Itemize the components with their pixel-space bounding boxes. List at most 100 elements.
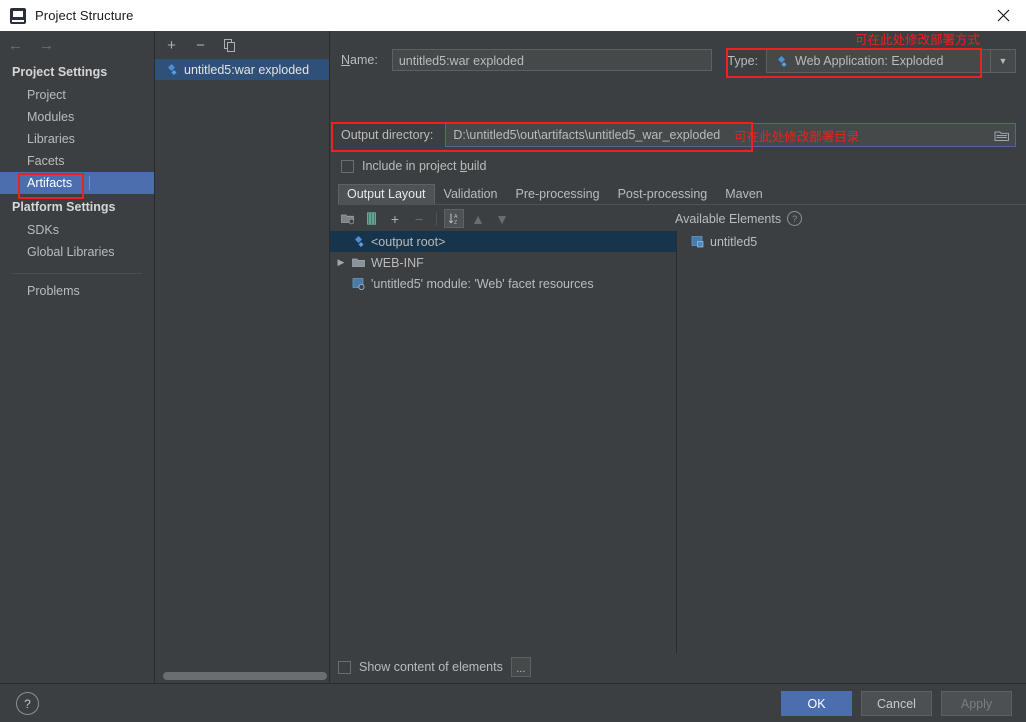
- type-label: Type:: [727, 54, 758, 68]
- sidebar-item-artifacts[interactable]: Artifacts: [0, 172, 154, 194]
- module-icon: [691, 236, 704, 248]
- tree-row-label: WEB-INF: [371, 255, 424, 270]
- add-directory-button[interactable]: [337, 209, 357, 228]
- settings-sidebar: ← → Project Settings Project Modules Lib…: [0, 31, 155, 683]
- show-content-checkbox[interactable]: [338, 660, 351, 674]
- output-layout-toolbar: + − A Z ▲ ▼ Available Elements ?: [330, 207, 1026, 230]
- sort-elements-button[interactable]: A Z: [444, 209, 464, 228]
- tree-row-label: 'untitled5' module: 'Web' facet resource…: [371, 276, 594, 291]
- type-row: Type: Web Application: Exploded ▼: [727, 49, 1016, 73]
- sidebar-item-label: Libraries: [27, 132, 75, 146]
- text-caret: [89, 176, 90, 190]
- sidebar-item-project[interactable]: Project: [0, 84, 154, 106]
- add-element-button[interactable]: +: [385, 209, 405, 228]
- help-button[interactable]: ?: [16, 692, 39, 715]
- remove-element-button[interactable]: −: [409, 209, 429, 228]
- sidebar-item-sdks[interactable]: SDKs: [0, 219, 154, 241]
- tree-row[interactable]: 'untitled5' module: 'Web' facet resource…: [330, 273, 676, 294]
- tree-row[interactable]: <output root>: [330, 231, 676, 252]
- tab-output-layout[interactable]: Output Layout: [338, 184, 435, 204]
- name-label: Name:: [341, 53, 378, 67]
- artifacts-list-hscrollbar[interactable]: [155, 669, 329, 683]
- svg-text:Z: Z: [454, 220, 457, 225]
- artifact-icon: [168, 64, 177, 75]
- apply-button[interactable]: Apply: [941, 691, 1012, 716]
- remove-artifact-button[interactable]: −: [192, 37, 209, 54]
- sidebar-item-global-libraries[interactable]: Global Libraries: [0, 241, 154, 263]
- cancel-button[interactable]: Cancel: [861, 691, 932, 716]
- ok-button[interactable]: OK: [781, 691, 852, 716]
- sidebar-item-problems[interactable]: Problems: [0, 280, 154, 302]
- add-artifact-button[interactable]: +: [163, 37, 180, 54]
- include-in-build-row[interactable]: Include in project build: [341, 159, 486, 173]
- sidebar-item-label: Modules: [27, 110, 75, 124]
- tree-row[interactable]: ▶ WEB-INF: [330, 252, 676, 273]
- sidebar-group-platform-settings: Platform Settings: [12, 200, 116, 214]
- artifacts-list-toolbar: + −: [155, 31, 329, 59]
- sidebar-item-label: Facets: [27, 154, 65, 168]
- folder-browse-icon[interactable]: [992, 127, 1012, 144]
- artifact-icon: [778, 55, 787, 67]
- arrow-right-icon[interactable]: →: [39, 38, 54, 53]
- dialog-footer: ? OK Cancel Apply: [0, 683, 1026, 722]
- output-directory-input[interactable]: D:\untitled5\out\artifacts\untitled5_war…: [445, 123, 1016, 147]
- window-title: Project Structure: [35, 8, 134, 23]
- type-value: Web Application: Exploded: [795, 54, 944, 68]
- include-in-build-checkbox[interactable]: [341, 159, 354, 173]
- list-item-label: untitled5:war exploded: [184, 62, 310, 77]
- sidebar-group-project-settings: Project Settings: [12, 65, 108, 79]
- toolbar-divider: [436, 211, 437, 226]
- move-down-button[interactable]: ▼: [492, 209, 512, 228]
- tab-pre-processing[interactable]: Pre-processing: [507, 184, 609, 204]
- tree-row-label: untitled5: [710, 234, 758, 249]
- available-elements-label: Available Elements: [675, 211, 782, 226]
- output-directory-value: D:\untitled5\out\artifacts\untitled5_war…: [453, 128, 721, 142]
- artifacts-list: untitled5:war exploded: [155, 59, 329, 683]
- list-item[interactable]: untitled5:war exploded: [155, 59, 329, 80]
- arrow-left-icon[interactable]: ←: [8, 38, 23, 53]
- show-content-label: Show content of elements: [359, 660, 503, 674]
- output-directory-row: Output directory: D:\untitled5\out\artif…: [341, 123, 1016, 147]
- facet-icon: [352, 278, 365, 290]
- add-archive-button[interactable]: [361, 209, 381, 228]
- chevron-right-icon[interactable]: ▶: [336, 257, 346, 268]
- name-row: Name: untitled5:war exploded: [341, 49, 712, 71]
- available-elements-tree: untitled5: [677, 231, 1026, 653]
- include-in-build-label: Include in project build: [362, 159, 487, 173]
- sidebar-nav: ← →: [0, 31, 154, 59]
- sidebar-item-label: Problems: [27, 284, 80, 298]
- output-directory-label: Output directory:: [341, 128, 434, 142]
- tab-maven[interactable]: Maven: [716, 184, 772, 204]
- sidebar-item-label: Global Libraries: [27, 245, 115, 259]
- sidebar-item-label: SDKs: [27, 223, 59, 237]
- chevron-down-icon[interactable]: ▼: [990, 50, 1015, 72]
- tree-row-label: <output root>: [371, 234, 446, 249]
- tab-post-processing[interactable]: Post-processing: [609, 184, 717, 204]
- close-icon[interactable]: [980, 0, 1026, 31]
- project-structure-dialog: Project Structure ← → Project Settings P…: [0, 0, 1026, 722]
- type-dropdown[interactable]: Web Application: Exploded ▼: [766, 49, 1016, 73]
- output-layout-tree: <output root> ▶ WEB-INF 'untitled5' modu…: [330, 231, 677, 653]
- sidebar-item-libraries[interactable]: Libraries: [0, 128, 154, 150]
- sidebar-item-facets[interactable]: Facets: [0, 150, 154, 172]
- help-icon[interactable]: ?: [787, 211, 803, 226]
- sidebar-item-modules[interactable]: Modules: [0, 106, 154, 128]
- intellij-idea-icon: [10, 7, 26, 24]
- show-content-row: Show content of elements ...: [338, 657, 531, 677]
- dialog-buttons: OK Cancel Apply: [781, 691, 1012, 716]
- tree-twisty: [336, 237, 346, 247]
- title-bar: Project Structure: [0, 0, 1026, 32]
- tree-row[interactable]: untitled5: [677, 231, 1026, 252]
- folder-icon: [352, 258, 365, 267]
- copy-artifact-button[interactable]: [221, 37, 238, 54]
- artifact-tabs: Output Layout Validation Pre-processing …: [338, 183, 1026, 205]
- tab-validation[interactable]: Validation: [435, 184, 507, 204]
- show-content-options-button[interactable]: ...: [510, 657, 531, 677]
- sidebar-divider: [12, 273, 142, 274]
- artifact-icon: [355, 236, 364, 247]
- deployment-dir-annotation: 可在此处修改部署目录: [734, 129, 860, 144]
- move-up-button[interactable]: ▲: [468, 209, 488, 228]
- scrollbar-thumb[interactable]: [163, 672, 327, 680]
- name-input[interactable]: untitled5:war exploded: [391, 49, 712, 71]
- artifact-editor-panel: Name: untitled5:war exploded Type: Web A…: [330, 31, 1026, 683]
